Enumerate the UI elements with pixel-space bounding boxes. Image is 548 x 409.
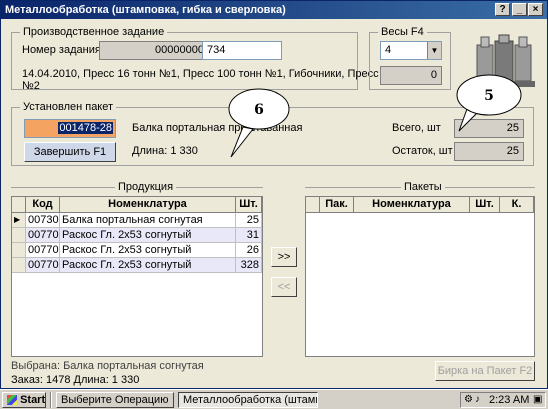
tray-icon[interactable]: ⚙ (464, 394, 473, 405)
scales-select[interactable]: 4 ▼ (380, 41, 442, 60)
tray-network-icon[interactable]: ▣ (533, 394, 542, 405)
system-tray: ⚙ ♪ 2:23 AM ▣ (460, 392, 546, 408)
task-description-line1: 14.04.2010, Пресс 16 тонн №1, Пресс 100 … (22, 68, 421, 80)
tray-volume-icon[interactable]: ♪ (475, 394, 480, 405)
package-code-field[interactable]: 001478-28 (24, 119, 116, 138)
scales-select-value: 4 (385, 44, 392, 56)
packages-header-k[interactable]: К. (500, 197, 534, 213)
products-header-qty[interactable]: Шт. (236, 197, 262, 213)
product-code: 00770 (26, 228, 60, 243)
taskbar-separator (50, 392, 52, 408)
products-header-name[interactable]: Номенклатура (60, 197, 236, 213)
title-bar[interactable]: Металлообработка (штамповка, гибка и све… (1, 1, 547, 19)
order-info-text: Заказ: 1478 Длина: 1 330 (11, 374, 140, 386)
taskbar: Start Выберите Операцию Металлообработка… (0, 389, 548, 409)
table-row[interactable]: 00770 Раскос Гл. 2х53 согнутый 31 (12, 228, 262, 243)
start-label: Start (20, 394, 46, 406)
task-description-line2: №2 (22, 80, 40, 92)
help-button[interactable]: ? (495, 3, 510, 16)
start-button[interactable]: Start (2, 392, 46, 408)
finish-button[interactable]: Завершить F1 (24, 142, 116, 162)
remaining-field: 25 (454, 142, 524, 161)
product-name: Раскос Гл. 2х53 согнутый (60, 258, 236, 273)
packages-label: Пакеты (401, 181, 445, 193)
callout-6-label: 6 (254, 102, 264, 118)
production-task-group: Производственное задание Номер задания 0… (11, 26, 420, 92)
add-to-package-button[interactable]: >> (271, 247, 297, 267)
packages-table[interactable]: Пак. Номенклатура Шт. К. (305, 196, 535, 357)
product-code: 00770 (26, 258, 60, 273)
product-name: Раскос Гл. 2х53 согнутый (60, 243, 236, 258)
production-task-label: Производственное задание (20, 26, 168, 38)
row-pointer-icon: ▶ (12, 213, 26, 228)
package-tag-button[interactable]: Бирка на Пакет F2 (435, 361, 535, 381)
callout-6-pointer: 6 (228, 88, 290, 158)
product-qty: 25 (236, 213, 262, 228)
table-row[interactable]: ▶ 00730 Балка портальная согнутая 25 (12, 213, 262, 228)
task-number-field-2[interactable]: 734 (202, 41, 282, 60)
products-label: Продукция (115, 181, 177, 193)
scales-label: Весы F4 (378, 26, 427, 38)
callout-5-pointer: 5 (456, 74, 522, 132)
table-row[interactable]: 00770 Раскос Гл. 2х53 согнутый 26 (12, 243, 262, 258)
product-code: 00730 (26, 213, 60, 228)
weight-field: 0 (380, 66, 442, 85)
row-marker (12, 258, 26, 273)
clock: 2:23 AM (489, 394, 530, 406)
row-marker (12, 228, 26, 243)
scales-group: Весы F4 4 ▼ 0 (369, 26, 451, 90)
close-button[interactable]: × (528, 3, 543, 16)
packages-header-qty[interactable]: Шт. (470, 197, 500, 213)
product-name: Раскос Гл. 2х53 согнутый (60, 228, 236, 243)
packages-header-name[interactable]: Номенклатура (354, 197, 470, 213)
product-name: Балка портальная согнутая (60, 213, 236, 228)
products-table[interactable]: Код Номенклатура Шт. ▶ 00730 Балка порта… (11, 196, 263, 357)
table-row[interactable]: 00770 Раскос Гл. 2х53 согнутый 328 (12, 258, 262, 273)
row-marker (12, 243, 26, 258)
window-title: Металлообработка (штамповка, гибка и све… (5, 4, 286, 16)
package-label: Установлен пакет (20, 101, 117, 113)
task-number-label: Номер задания (22, 44, 101, 56)
packages-header-marker (306, 197, 320, 213)
windows-logo-icon (7, 395, 17, 406)
taskbar-item-operation[interactable]: Выберите Операцию (56, 392, 174, 408)
packages-header-package[interactable]: Пак. (320, 197, 354, 213)
products-header-code[interactable]: Код (26, 197, 60, 213)
package-length: Длина: 1 330 (132, 145, 198, 157)
remaining-label: Остаток, шт (392, 145, 453, 157)
product-qty: 31 (236, 228, 262, 243)
minimize-button[interactable]: _ (512, 3, 527, 16)
product-qty: 328 (236, 258, 262, 273)
remove-from-package-button[interactable]: << (271, 277, 297, 297)
main-window: Металлообработка (штамповка, гибка и све… (0, 0, 548, 389)
taskbar-item-metalwork[interactable]: Металлообработка (штамповка, ... (178, 392, 318, 408)
task-number-field[interactable]: 00000000 (99, 41, 209, 60)
products-header-marker (12, 197, 26, 213)
selected-item-text: Выбрана: Балка портальная согнутая (11, 360, 204, 372)
chevron-down-icon[interactable]: ▼ (427, 42, 441, 59)
product-code: 00770 (26, 243, 60, 258)
package-code-value: 001478-28 (58, 122, 113, 134)
total-label: Всего, шт (392, 122, 441, 134)
product-qty: 26 (236, 243, 262, 258)
callout-5-label: 5 (484, 88, 494, 104)
